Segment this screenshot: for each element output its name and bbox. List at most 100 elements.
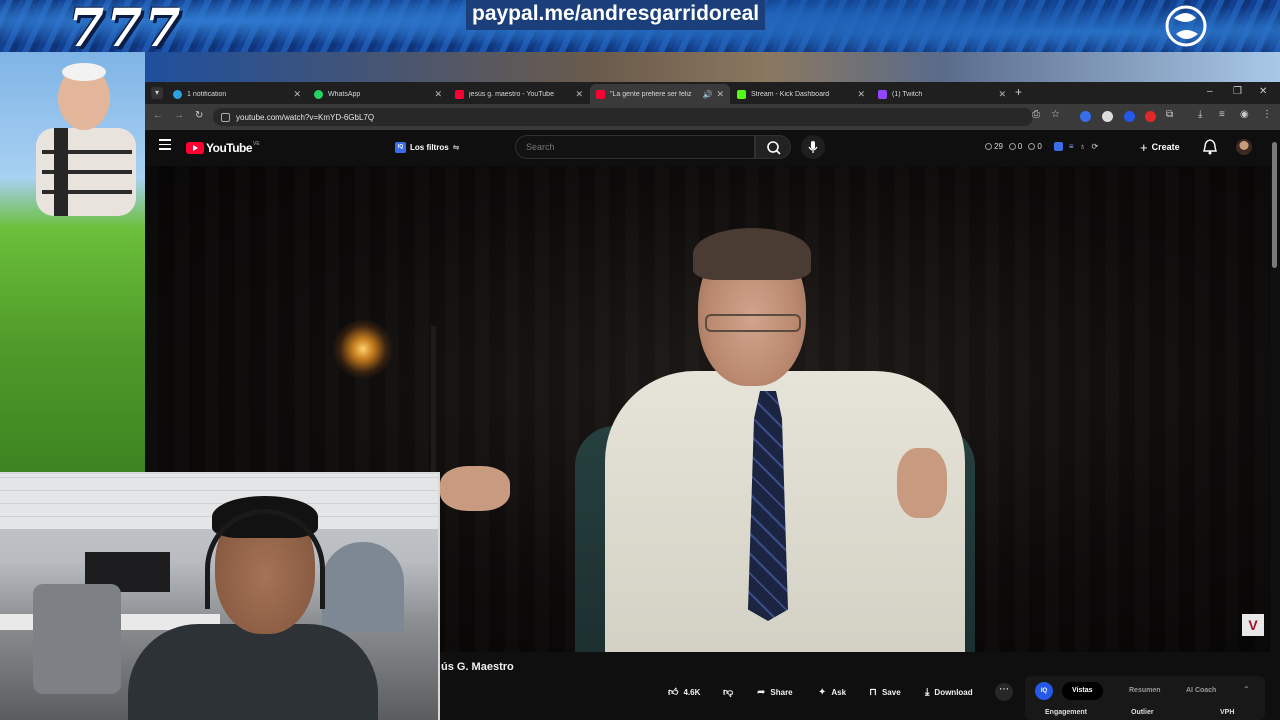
tab-youtube-search[interactable]: jesús g. maestro - YouTube ✕: [449, 84, 589, 104]
tab-label: (1) Twitch: [892, 90, 923, 98]
tab-kick-dashboard[interactable]: Stream - Kick Dashboard ✕: [731, 84, 871, 104]
tune-icon: ⇋: [452, 142, 460, 152]
channel-name[interactable]: ús G. Maestro: [441, 661, 514, 673]
video-speaker-left-hand: [440, 466, 510, 511]
plus-icon: +: [1140, 139, 1148, 155]
tab-twitch[interactable]: (1) Twitch ✕: [872, 84, 1012, 104]
extension-audio-icon[interactable]: [1080, 111, 1091, 122]
url-text: youtube.com/watch?v=KmYD-6GbL7Q: [236, 112, 375, 122]
extensions-puzzle-icon[interactable]: ⧉: [1166, 109, 1173, 120]
tab-label: 1 notification: [187, 90, 227, 98]
close-icon[interactable]: ✕: [434, 89, 442, 100]
video-speaker-glasses: [705, 314, 801, 332]
background-strip: [145, 52, 1280, 82]
channel-watermark-icon[interactable]: V: [1242, 614, 1264, 636]
close-icon[interactable]: ✕: [716, 89, 724, 100]
share-icon: ➦: [757, 686, 766, 698]
close-icon[interactable]: ✕: [998, 89, 1006, 100]
thumbs-down-icon: 👎︎: [723, 687, 734, 698]
video-speaker-tie: [748, 391, 788, 621]
donation-link: paypal.me/andresgarridoreal: [466, 0, 766, 30]
vidiq-tab-vistas[interactable]: Vistas: [1062, 682, 1103, 700]
minimize-button[interactable]: –: [1207, 86, 1213, 97]
bookmark-icon: ⊓: [869, 686, 877, 698]
save-label: Save: [881, 687, 901, 697]
profile-icon[interactable]: ◉: [1240, 109, 1249, 120]
close-icon[interactable]: ✕: [575, 89, 583, 100]
youtube-logo[interactable]: YouTube VE: [186, 141, 260, 155]
metric-vph: VPH: [1220, 709, 1235, 716]
youtube-logo-text: YouTube: [206, 141, 253, 155]
share-button[interactable]: ➦ Share: [757, 682, 793, 702]
download-button[interactable]: ⤓ Download: [925, 682, 973, 702]
tab-whatsapp[interactable]: WhatsApp ✕: [308, 84, 448, 104]
youtube-icon: [596, 89, 605, 99]
webcam-background-person: [322, 542, 404, 632]
extension-shield-icon[interactable]: [1102, 111, 1113, 122]
save-button[interactable]: ⊓ Save: [869, 682, 901, 702]
extension-red-icon[interactable]: [1145, 111, 1156, 122]
tab-bar: ▾ 1 notification ✕ WhatsApp ✕ jesús g. m…: [145, 82, 1280, 104]
filters-button[interactable]: IQ Los filtros ⇋: [395, 139, 459, 155]
speaker-icon[interactable]: 🔊: [702, 90, 712, 99]
extension-vidiq-icon[interactable]: [1124, 111, 1135, 122]
page-scrollbar[interactable]: [1272, 142, 1277, 268]
pisces-emblem-icon: [1165, 5, 1207, 47]
restore-button[interactable]: ❐: [1233, 86, 1242, 97]
sparkle-icon: ✦: [818, 686, 827, 698]
browser-toolbar: ← → ↻ youtube.com/watch?v=KmYD-6GbL7Q ⎙ …: [145, 104, 1280, 130]
like-button[interactable]: 👍︎ 4.6K: [668, 682, 700, 702]
stat-views: 0: [1008, 142, 1022, 151]
new-tab-button[interactable]: +: [1015, 85, 1022, 99]
back-button[interactable]: ←: [153, 110, 163, 121]
close-icon[interactable]: ✕: [293, 89, 301, 100]
notifications-bell-icon[interactable]: [1203, 139, 1217, 155]
stat-value: 0: [1037, 142, 1042, 151]
close-icon[interactable]: ✕: [857, 89, 865, 100]
stat-value: 29: [994, 142, 1003, 151]
video-speaker-right-hand: [897, 448, 947, 518]
share-label: Share: [770, 687, 793, 697]
close-window-button[interactable]: ✕: [1259, 86, 1267, 97]
meme-man-image: [36, 63, 136, 216]
site-info-icon[interactable]: [221, 112, 230, 122]
list-icon[interactable]: ≡: [1069, 142, 1074, 151]
create-button[interactable]: + Create: [1140, 137, 1180, 157]
telegram-icon: [173, 89, 182, 99]
award-icon[interactable]: ♁: [1079, 142, 1085, 151]
search-field[interactable]: [515, 135, 755, 159]
tab-search-button[interactable]: ▾: [151, 87, 163, 99]
more-actions-button[interactable]: ⋯: [995, 683, 1013, 701]
circle-icon: [1028, 143, 1036, 150]
stat-clock: 29: [985, 142, 1003, 151]
install-app-icon[interactable]: ⎙: [1032, 109, 1040, 120]
voice-search-button[interactable]: [801, 135, 825, 159]
webcam-overlay: [0, 472, 440, 720]
ask-button[interactable]: ✦ Ask: [818, 682, 846, 702]
vidiq-tab-ai-coach[interactable]: AI Coach: [1176, 682, 1226, 700]
download-label: Download: [934, 687, 973, 697]
reload-button[interactable]: ↻: [195, 110, 203, 121]
tab-youtube-video[interactable]: "La gente prefiere ser feliz 🔊 ✕: [590, 84, 730, 104]
ask-label: Ask: [831, 687, 847, 697]
youtube-play-icon: [186, 142, 204, 154]
media-control-icon[interactable]: ≡: [1219, 109, 1225, 120]
vidiq-toolbar-icon[interactable]: [1053, 142, 1063, 151]
search-input[interactable]: [526, 142, 754, 152]
download-icon[interactable]: ⤓: [1198, 109, 1202, 120]
chevron-up-icon[interactable]: ⌃: [1243, 685, 1250, 694]
whatsapp-icon: [314, 89, 323, 99]
address-bar[interactable]: youtube.com/watch?v=KmYD-6GbL7Q: [213, 108, 1033, 126]
hamburger-menu-icon[interactable]: [159, 139, 171, 150]
refresh-badge-icon[interactable]: ⟳: [1091, 142, 1098, 151]
dislike-button[interactable]: 👎︎: [723, 682, 738, 702]
menu-kebab-icon[interactable]: ⋮: [1262, 109, 1272, 120]
youtube-icon: [455, 89, 464, 99]
account-avatar[interactable]: [1236, 139, 1252, 155]
bookmark-star-icon[interactable]: ☆: [1051, 109, 1060, 120]
stat-circle: 0: [1028, 142, 1042, 151]
search-button[interactable]: [755, 135, 791, 159]
forward-button[interactable]: →: [174, 110, 184, 121]
vidiq-tab-resumen[interactable]: Resumen: [1119, 682, 1171, 700]
tab-telegram[interactable]: 1 notification ✕: [167, 84, 307, 104]
